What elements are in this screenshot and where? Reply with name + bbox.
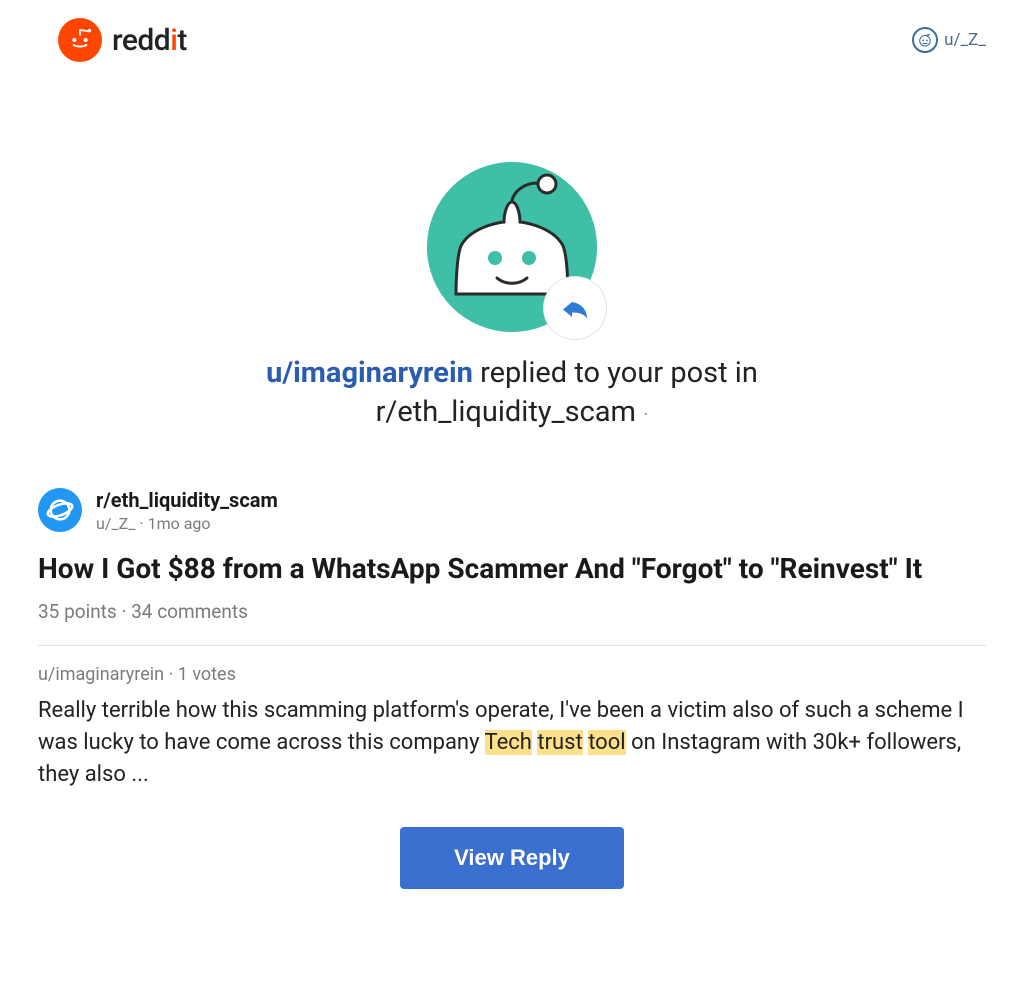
post-byline: u/_Z_ · 1mo ago	[96, 514, 278, 533]
highlight-3: tool	[588, 730, 625, 755]
reply-author-link[interactable]: u/imaginaryrein	[38, 664, 164, 685]
reply-dot: ·	[169, 664, 178, 685]
headline-dot: ·	[643, 402, 648, 426]
snoo-avatar-icon	[912, 27, 938, 53]
replier-avatar	[427, 162, 597, 332]
current-user-name: u/_Z_	[944, 30, 986, 50]
notification-hero: u/imaginaryrein replied to your post in …	[0, 162, 1024, 432]
divider	[38, 645, 986, 646]
headline-subreddit: r/eth_liquidity_scam	[376, 395, 636, 429]
reddit-wordmark: reddit	[112, 23, 187, 58]
notification-headline: u/imaginaryrein replied to your post in …	[0, 354, 1024, 432]
reddit-logo[interactable]: reddit	[58, 18, 187, 62]
view-reply-button[interactable]: View Reply	[400, 827, 624, 889]
post-card: r/eth_liquidity_scam u/_Z_ · 1mo ago How…	[38, 488, 986, 889]
stats-dot: ·	[121, 600, 131, 623]
reply-byline: u/imaginaryrein · 1 votes	[38, 664, 986, 685]
reddit-icon	[58, 18, 102, 62]
reply-votes: 1 votes	[178, 664, 236, 685]
subreddit-avatar-icon	[38, 488, 82, 532]
reply-arrow-icon	[543, 276, 607, 340]
replier-user-link[interactable]: u/imaginaryrein	[266, 356, 473, 390]
highlight-2: trust	[537, 730, 582, 755]
post-points: 35 points	[38, 600, 117, 623]
header: reddit u/_Z_	[0, 0, 1024, 62]
byline-dot: ·	[139, 514, 147, 533]
highlight-1: Tech	[485, 730, 532, 755]
post-comments: 34 comments	[131, 600, 248, 623]
post-author-link[interactable]: u/_Z_	[96, 514, 135, 533]
subreddit-link[interactable]: r/eth_liquidity_scam	[96, 488, 278, 512]
post-title-link[interactable]: How I Got $88 from a WhatsApp Scammer An…	[38, 551, 986, 586]
post-stats: 35 points · 34 comments	[38, 600, 986, 623]
current-user-link[interactable]: u/_Z_	[912, 27, 986, 53]
post-header: r/eth_liquidity_scam u/_Z_ · 1mo ago	[38, 488, 986, 533]
headline-action: replied to your post in	[473, 356, 758, 390]
reply-body: Really terrible how this scamming platfo…	[38, 695, 986, 791]
post-age: 1mo ago	[148, 514, 211, 533]
